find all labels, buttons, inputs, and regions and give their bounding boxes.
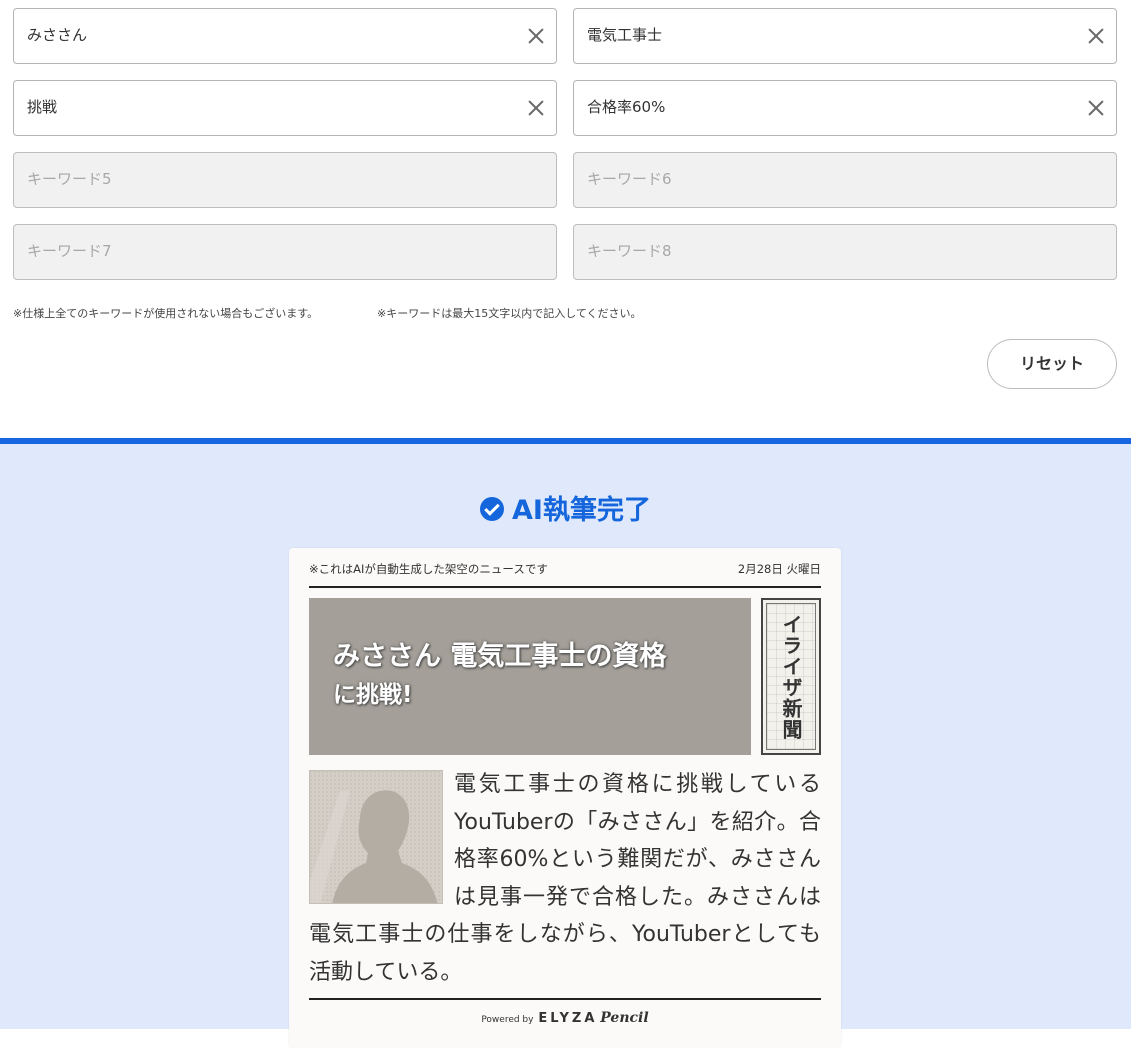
keyword-field-8[interactable]: キーワード8 xyxy=(573,224,1117,280)
keyword-placeholder: キーワード5 xyxy=(27,170,112,188)
check-circle-icon xyxy=(480,497,505,521)
clear-icon[interactable] xyxy=(1086,26,1106,46)
headline: みささん 電気工事士の資格 に挑戦! xyxy=(333,638,743,714)
keyword-value: 合格率60% xyxy=(587,98,666,116)
reset-button[interactable]: リセット xyxy=(987,339,1117,389)
clear-icon[interactable] xyxy=(526,26,546,46)
headline-line-1: みささん 電気工事士の資格 xyxy=(333,641,667,672)
powered-by-label: Powered by xyxy=(481,1015,534,1025)
completion-title-text: AI執筆完了 xyxy=(512,495,651,526)
length-note: ※キーワードは最大15文字以内で記入してください。 xyxy=(377,307,642,320)
keyword-value: みささん xyxy=(27,26,88,44)
usage-note: ※仕様上全てのキーワードが使用されない場合もございます。 xyxy=(13,307,319,320)
keyword-form: みささん 電気工事士 挑戦 合格率60% キーワード5 キーワード6 キーワード… xyxy=(0,0,1131,438)
keyword-value: 電気工事士 xyxy=(587,26,663,44)
newspaper-card: ※これはAIが自動生成した架空のニュースです 2月28日 火曜日 みささん 電気… xyxy=(289,548,841,1048)
keyword-field-3[interactable]: 挑戦 xyxy=(13,80,557,136)
masthead-logo: イライザ新聞 xyxy=(761,598,821,755)
powered-by-logo: Powered by ELYZA Pencil xyxy=(289,1010,841,1026)
keyword-field-7[interactable]: キーワード7 xyxy=(13,224,557,280)
keyword-field-6[interactable]: キーワード6 xyxy=(573,152,1117,208)
headline-line-2: に挑戦! xyxy=(333,682,413,708)
brand-product: Pencil xyxy=(600,1010,649,1026)
masthead-text: イライザ新聞 xyxy=(766,603,816,750)
keyword-placeholder: キーワード7 xyxy=(27,242,112,260)
keyword-field-5[interactable]: キーワード5 xyxy=(13,152,557,208)
keyword-placeholder: キーワード6 xyxy=(587,170,672,188)
keyword-field-4[interactable]: 合格率60% xyxy=(573,80,1117,136)
clear-icon[interactable] xyxy=(1086,98,1106,118)
keyword-placeholder: キーワード8 xyxy=(587,242,672,260)
keyword-field-1[interactable]: みささん xyxy=(13,8,557,64)
keyword-value: 挑戦 xyxy=(27,98,58,116)
clear-icon[interactable] xyxy=(526,98,546,118)
divider xyxy=(309,998,821,1000)
brand-name: ELYZA xyxy=(538,1011,598,1026)
disclaimer: ※これはAIが自動生成した架空のニュースです xyxy=(309,562,548,576)
result-section: AI執筆完了 ※これはAIが自動生成した架空のニュースです 2月28日 火曜日 … xyxy=(0,438,1131,1048)
divider xyxy=(309,586,821,588)
headline-banner: みささん 電気工事士の資格 に挑戦! xyxy=(309,598,751,755)
keyword-field-2[interactable]: 電気工事士 xyxy=(573,8,1117,64)
completion-title: AI執筆完了 xyxy=(0,488,1131,527)
article-body: 電気工事士の資格に挑戦しているYouTuberの「みささん」を紹介。合格率60%… xyxy=(309,766,821,991)
article-date: 2月28日 火曜日 xyxy=(737,562,821,576)
